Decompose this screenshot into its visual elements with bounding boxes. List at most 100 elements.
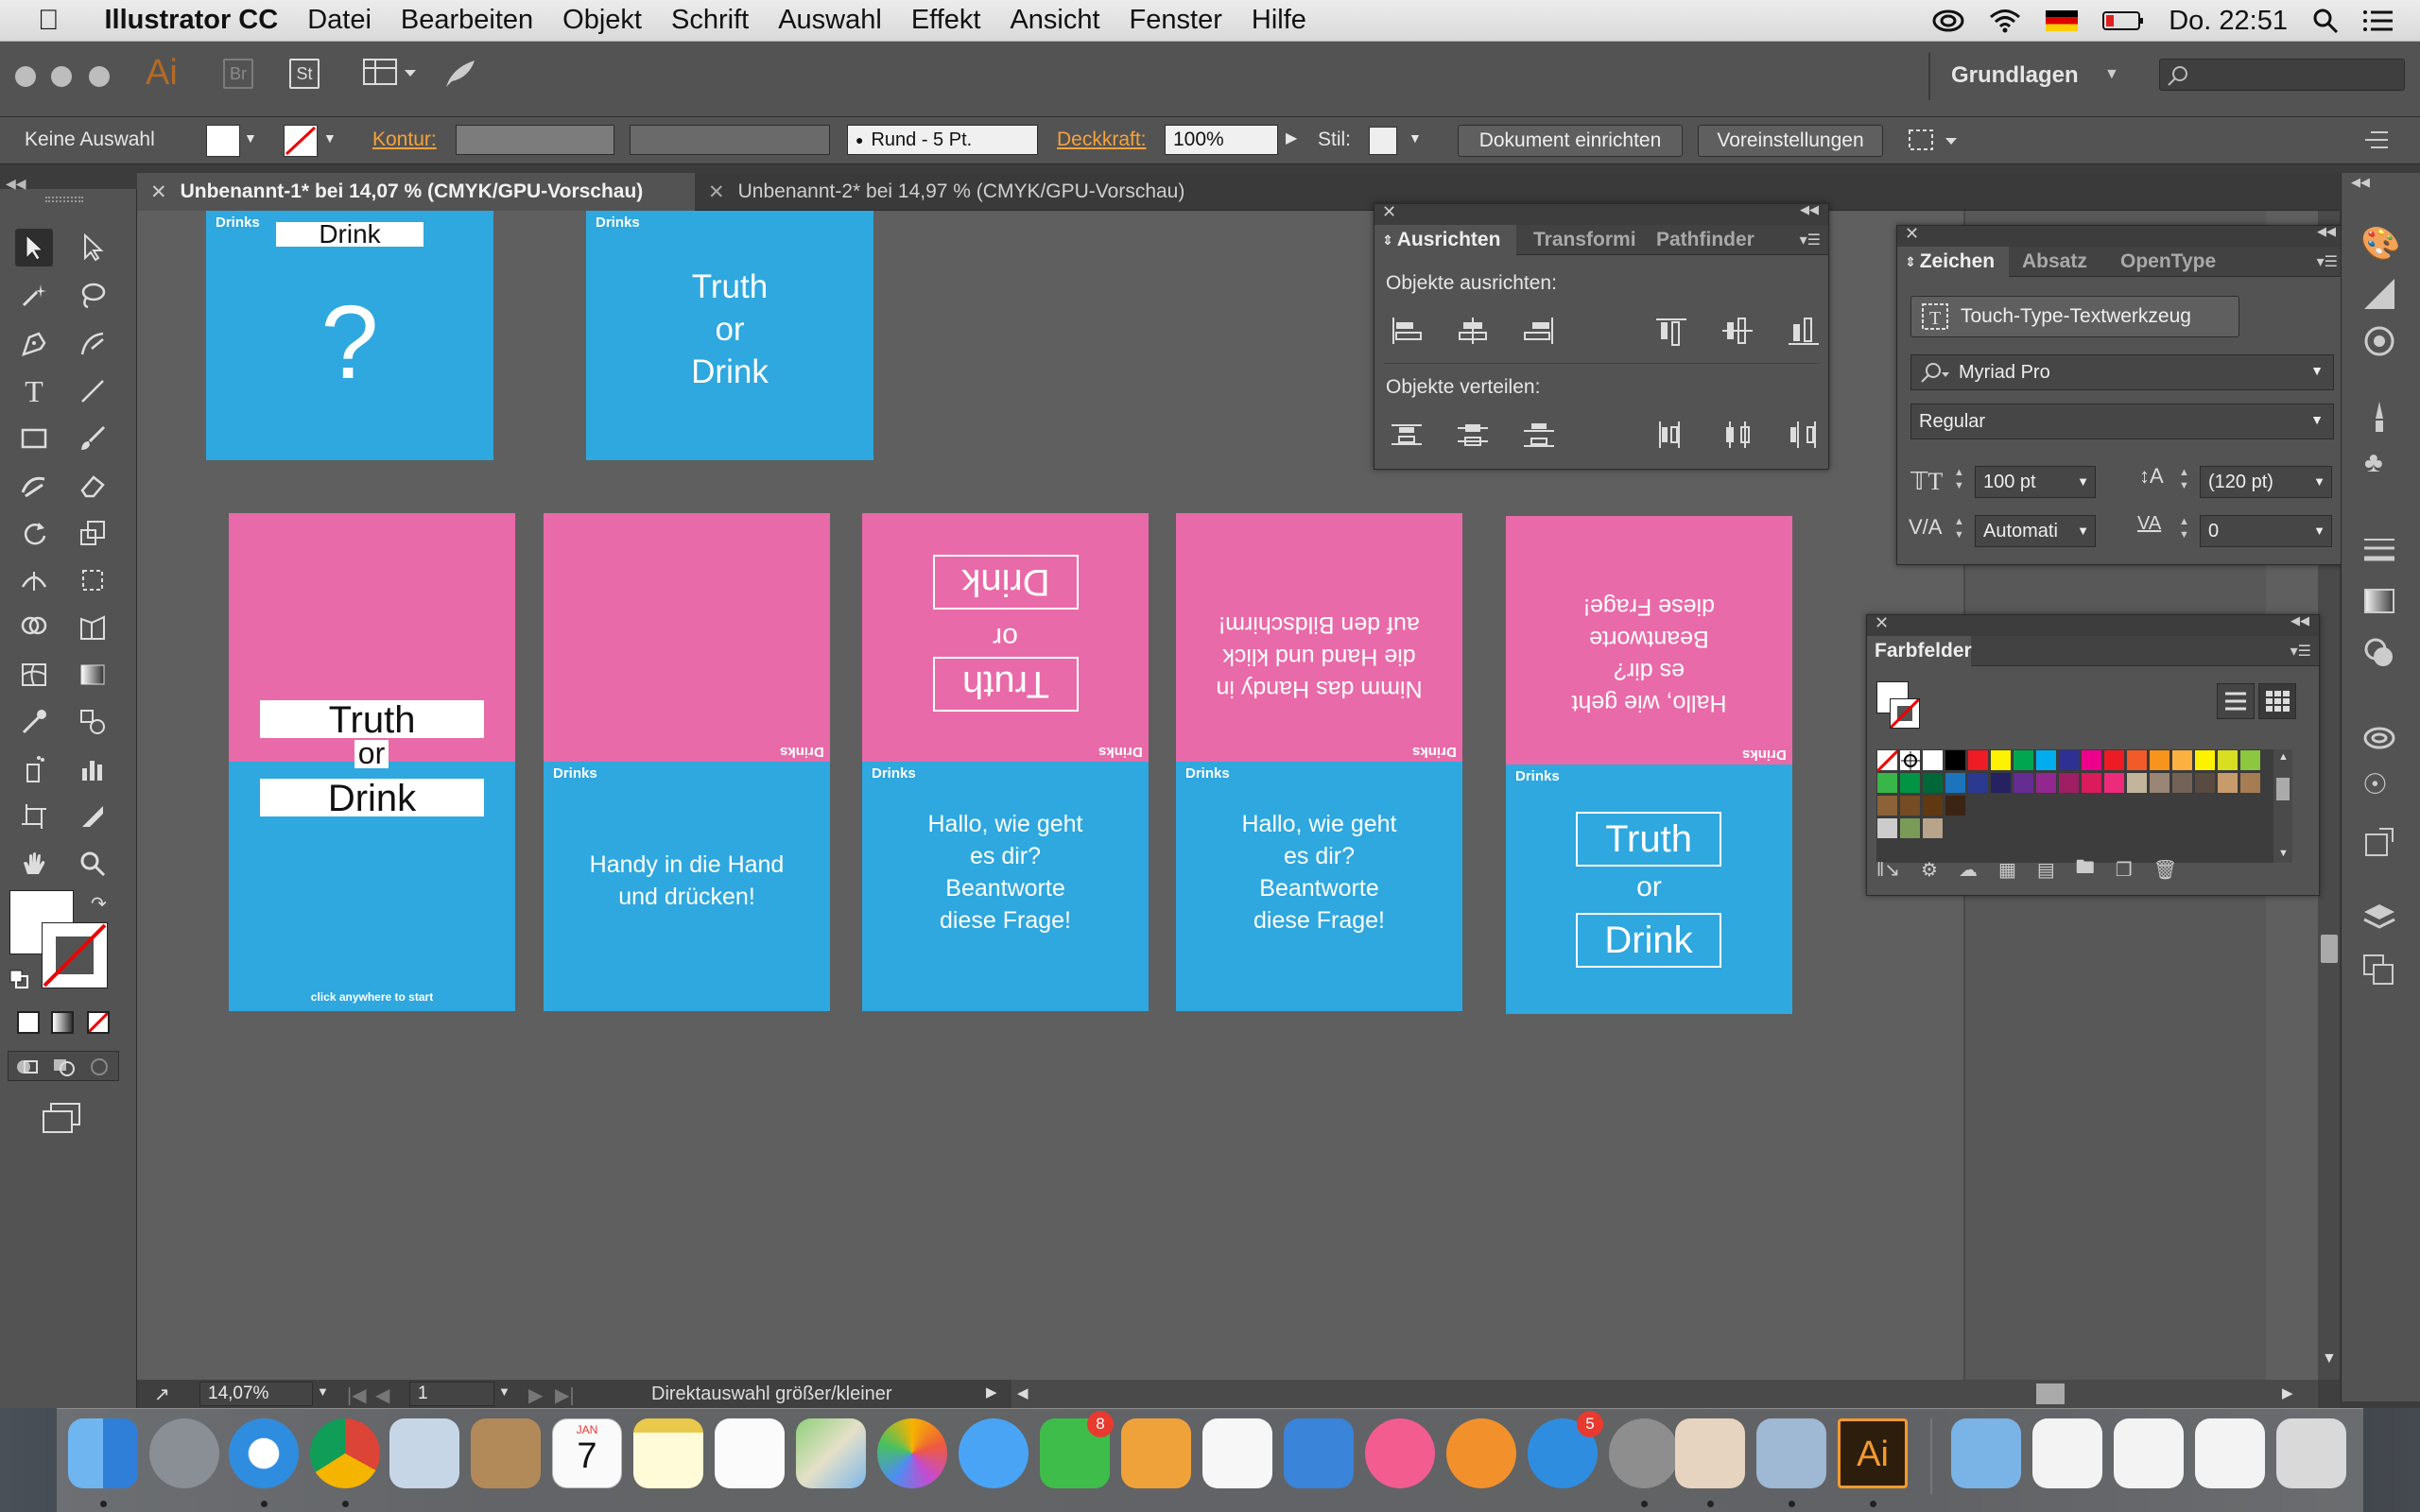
paintbrush-tool-icon[interactable] [74,420,112,457]
color-swatch[interactable] [2103,749,2125,771]
artboard-number-field[interactable]: 1 [409,1382,494,1406]
shape-builder-tool-icon[interactable] [15,609,53,646]
transparency-panel-icon[interactable] [2362,324,2396,358]
zoom-tool-icon[interactable] [74,845,112,883]
color-swatch[interactable] [2149,749,2170,771]
align-left-icon[interactable] [1390,316,1424,346]
swatch-group-options-icon[interactable]: ▤ [2037,858,2055,882]
color-swatch[interactable] [1990,772,2012,794]
menu-ansicht[interactable]: Ansicht [1010,5,1099,36]
ibooks-icon[interactable] [1446,1418,1516,1488]
window-zoom-button[interactable] [89,66,110,87]
swatch-pattern[interactable] [1899,817,1921,839]
color-swatch[interactable] [2194,749,2216,771]
apple-icon[interactable]:  [38,5,60,37]
chevron-right-icon[interactable]: ▶ [1286,129,1297,147]
scale-tool-icon[interactable] [74,514,112,552]
preview-photo-icon[interactable] [1675,1418,1745,1488]
font-size-field[interactable]: 100 pt ▼ [1975,466,2096,498]
color-swatch[interactable] [2149,772,2170,794]
artboard-5[interactable]: Truth or Drink Drinks Drinks Hallo, wie … [862,513,1149,1011]
layers-panel-icon[interactable] [2362,901,2396,935]
fill-stroke-mini[interactable] [1876,681,1920,732]
tab-pathfinder[interactable]: Pathfinder [1649,225,1762,255]
scroll-thumb[interactable] [2036,1383,2065,1404]
last-artboard-icon[interactable]: ▶| [555,1383,575,1407]
menu-fenster[interactable]: Fenster [1130,5,1222,36]
document-stack-icon[interactable] [2114,1418,2184,1488]
stepper-arrows-icon[interactable]: ▲ ▼ [1954,515,1964,541]
collapse-icon[interactable]: ◀◀ [2351,175,2370,190]
distribute-right-icon[interactable] [1787,420,1821,450]
previous-artboard-icon[interactable]: ◀ [375,1383,389,1407]
trash-icon[interactable]: 🗑 [2153,858,2177,882]
width-tool-icon[interactable] [15,561,53,599]
color-swatch[interactable] [1876,772,1898,794]
chevron-down-icon[interactable]: ▼ [2310,363,2324,378]
stroke-weight-field[interactable] [456,125,614,155]
spotlight-search-icon[interactable] [2312,8,2339,34]
direct-selection-tool-icon[interactable] [74,229,112,266]
chevron-down-icon[interactable]: ▼ [2313,524,2325,538]
line-tool-icon[interactable] [74,372,112,410]
scroll-up-arrow[interactable]: ▲ [2278,751,2289,763]
menu-bearbeiten[interactable]: Bearbeiten [401,5,533,36]
panel-menu-icon[interactable]: ▾☰ [2317,252,2338,271]
brushes-panel-icon[interactable] [2362,400,2396,434]
illustrator-icon[interactable]: Ai [1838,1418,1908,1488]
scroll-down-arrow[interactable]: ▼ [2322,1350,2337,1367]
kerning-field[interactable]: Automati ▼ [1975,515,2096,547]
artboards-panel-icon[interactable] [2362,954,2396,988]
close-icon[interactable]: ✕ [1905,224,1919,244]
menu-app-name[interactable]: Illustrator CC [105,5,279,36]
creative-cloud-icon[interactable] [1932,9,1964,32]
chevron-down-icon[interactable]: ▼ [1409,130,1422,146]
graphic-style-swatch[interactable] [1369,127,1397,155]
itunes-icon[interactable] [1365,1418,1435,1488]
opacity-label-link[interactable]: Deckkraft: [1057,129,1147,151]
draw-normal-icon[interactable] [15,1057,40,1077]
default-fill-stroke-icon[interactable] [9,970,28,988]
swatch-scrollbar[interactable]: ▲ ▼ [2273,749,2292,863]
tab-opentype[interactable]: OpenType [2113,247,2223,277]
window-close-button[interactable] [15,66,36,87]
swap-fill-stroke-icon[interactable]: ↷ [91,892,107,916]
align-top-icon[interactable] [1654,316,1688,346]
menu-auswahl[interactable]: Auswahl [778,5,882,36]
new-color-group-icon[interactable]: 🖿 [2076,853,2095,885]
isolate-icon[interactable] [1906,127,1962,155]
magic-wand-tool-icon[interactable] [15,276,53,314]
swatch-pattern[interactable] [1876,817,1898,839]
stroke-color-swatch[interactable] [284,125,318,157]
selection-tool-icon[interactable] [15,229,53,266]
close-icon[interactable]: ✕ [708,180,725,204]
document-stack-icon[interactable] [2032,1418,2102,1488]
color-swatch[interactable] [2171,772,2193,794]
panel-menu-icon[interactable] [2363,129,2390,151]
arrange-documents-icon[interactable] [363,59,418,87]
symbols-panel-icon[interactable]: ♣ [2364,447,2383,479]
app-store-icon[interactable]: 5 [1528,1411,1603,1488]
gradient-swatch-icon[interactable] [2364,589,2394,613]
panel-menu-icon[interactable]: ▾☰ [2290,642,2311,661]
artboard-1[interactable]: Drinks Drink ? [206,211,493,460]
symbol-sprayer-tool-icon[interactable] [15,750,53,788]
artboard-3[interactable]: Truth or Drink click anywhere to start [229,513,515,1011]
collapse-panel-icon[interactable]: ◀◀ [6,176,26,192]
none-mode-icon[interactable] [87,1011,110,1034]
color-swatch[interactable] [2239,772,2261,794]
safari-icon[interactable] [229,1418,299,1488]
opacity-field[interactable]: 100% [1165,125,1278,155]
eyedropper-tool-icon[interactable] [15,703,53,741]
color-mode-icon[interactable] [17,1011,40,1034]
distribute-left-icon[interactable] [1654,420,1688,450]
collapse-icon[interactable]: ◀◀ [1800,202,1819,217]
horizontal-scrollbar[interactable]: ◀ ▶ [1011,1380,2318,1408]
numbers-icon[interactable] [1202,1418,1272,1488]
grid-view-icon[interactable] [2258,683,2296,719]
calendar-icon[interactable]: JAN 7 [552,1418,622,1488]
reminders-icon[interactable] [715,1418,785,1488]
panel-menu-icon[interactable]: ▾☰ [1800,231,1821,249]
touch-type-tool-button[interactable]: T Touch-Type-Textwerkzeug [1910,296,2239,337]
hand-tool-icon[interactable] [15,845,53,883]
